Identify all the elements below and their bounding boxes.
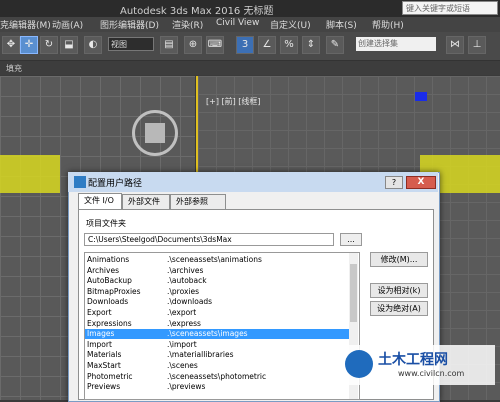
list-item-path: .\sceneassets\images (167, 329, 248, 339)
viewport-marker-icon (415, 92, 427, 101)
scale-icon[interactable]: ⬓ (60, 36, 78, 54)
mirror-icon[interactable]: ⋈ (446, 36, 464, 54)
list-item[interactable]: Import .\import (85, 340, 351, 350)
list-item[interactable]: Expressions .\express (85, 319, 351, 329)
watermark-logo-icon (345, 350, 373, 378)
list-item-path: .\materiallibraries (167, 350, 234, 360)
list-item[interactable]: MaxStart .\scenes (85, 361, 351, 371)
ribbon-label: 填充 (6, 64, 22, 73)
scrollbar-thumb[interactable] (350, 264, 357, 322)
list-item-path: .\downloads (167, 297, 213, 307)
rotate-icon[interactable]: ↻ (40, 36, 58, 54)
named-selection-icon[interactable]: ✎ (326, 36, 344, 54)
list-item-path: .\archives (167, 265, 204, 275)
list-item[interactable]: Downloads .\downloads (85, 297, 351, 307)
list-item-name: MaxStart (87, 361, 121, 370)
list-item-path: .\previews (167, 382, 206, 392)
project-folder-label: 项目文件夹 (86, 219, 126, 228)
list-item-name: Export (87, 308, 112, 317)
list-item-path: .\autoback (167, 276, 207, 286)
list-item-path: .\import (167, 339, 197, 349)
ribbon-row: 填充 (0, 61, 500, 75)
tab-file-io[interactable]: 文件 I/O (78, 193, 122, 209)
window-title: Autodesk 3ds Max 2016 无标题 (120, 6, 274, 17)
list-item-name: BitmapProxies (87, 286, 141, 296)
keyboard-shortcut-icon[interactable]: ⌨ (206, 36, 224, 54)
list-item[interactable]: Export .\export (85, 308, 351, 318)
list-item-name: Downloads (87, 297, 129, 307)
make-absolute-button[interactable]: 设为绝对(A) (370, 301, 428, 316)
list-item[interactable]: Previews .\previews (85, 382, 351, 392)
list-item-path: .\scenes (167, 361, 198, 370)
list-item-name: Archives (87, 265, 119, 275)
help-button[interactable]: ? (385, 176, 403, 189)
list-item-path: .\sceneassets\photometric (167, 371, 267, 381)
modify-button[interactable]: 修改(M)... (370, 252, 428, 267)
placement-icon[interactable]: ◐ (84, 36, 102, 54)
percent-snap-icon[interactable]: % (280, 36, 298, 54)
project-path-field[interactable]: C:\Users\Steelgod\Documents\3dsMax (84, 233, 334, 246)
list-item-name: Expressions (87, 318, 132, 328)
list-item-path: .\proxies (167, 286, 199, 296)
menu-graph-editors[interactable]: 图形编辑器(D) (100, 18, 159, 31)
paths-list[interactable]: Animations .\sceneassets\animations Archiv… (84, 252, 360, 400)
list-item-name: Images (87, 329, 115, 339)
snap-toggle-button[interactable]: 3 (236, 36, 254, 54)
pivot-icon[interactable]: ▤ (160, 36, 178, 54)
watermark-url: www.civilcn.com (398, 369, 465, 378)
move-icon[interactable]: ✛ (20, 36, 38, 54)
list-item-name: Photometric (87, 371, 133, 381)
list-item[interactable]: BitmapProxies .\proxies (85, 287, 351, 297)
list-item-path: .\export (167, 308, 197, 317)
list-item-name: AutoBackup (87, 276, 132, 286)
browse-button[interactable]: ... (340, 233, 362, 246)
dialog-title-bar: 配置用户路径 (68, 172, 438, 192)
selection-set-input[interactable]: 创建选择集 (356, 37, 436, 51)
reference-coordinate-select[interactable]: 视图 (108, 37, 154, 51)
list-item[interactable]: AutoBackup .\autoback (85, 276, 351, 286)
list-item-name: Materials (87, 350, 122, 360)
align-icon[interactable]: ⊥ (468, 36, 486, 54)
list-item[interactable]: Archives .\archives (85, 266, 351, 276)
list-item-path: .\express (167, 318, 201, 328)
menu-help[interactable]: 帮助(H) (372, 18, 404, 31)
close-button[interactable]: X (406, 176, 436, 189)
menu-editor[interactable]: 克编辑器(M) (0, 18, 51, 31)
app-icon (74, 176, 86, 188)
select-icon[interactable]: ✥ (2, 36, 20, 54)
select-manipulate-icon[interactable]: ⊕ (184, 36, 202, 54)
tab-xrefs[interactable]: 外部参照 (170, 194, 226, 209)
tab-external-files[interactable]: 外部文件 (122, 194, 170, 209)
list-item[interactable]: Images .\sceneassets\images (85, 329, 351, 340)
list-item-name: Previews (87, 382, 121, 392)
angle-snap-icon[interactable]: ∠ (258, 36, 276, 54)
search-input[interactable]: 键入关键字或短语 (402, 1, 498, 15)
menu-rendering[interactable]: 渲染(R) (172, 18, 203, 31)
menu-animation[interactable]: 动画(A) (52, 18, 83, 31)
list-item[interactable]: Photometric .\sceneassets\photometric (85, 372, 351, 382)
list-item-name: Import (87, 339, 112, 349)
menu-civil-view[interactable]: Civil View (216, 18, 259, 28)
menu-scripting[interactable]: 脚本(S) (326, 18, 357, 31)
dialog-title: 配置用户路径 (88, 179, 143, 189)
viewcube-icon[interactable] (145, 123, 165, 143)
list-item-path: .\sceneassets\animations (167, 255, 262, 264)
viewport-object-yellow (0, 155, 60, 193)
viewport-label[interactable]: [+] [前] [线框] (206, 96, 261, 107)
list-item[interactable]: Materials .\materiallibraries (85, 350, 351, 360)
list-item-name: Animations (87, 255, 130, 264)
menu-customize[interactable]: 自定义(U) (270, 18, 311, 31)
make-relative-button[interactable]: 设为相对(k) (370, 283, 428, 298)
spinner-snap-icon[interactable]: ⇕ (302, 36, 320, 54)
watermark-name: 土木工程网 (378, 352, 448, 368)
list-item[interactable]: Animations .\sceneassets\animations (85, 255, 351, 265)
